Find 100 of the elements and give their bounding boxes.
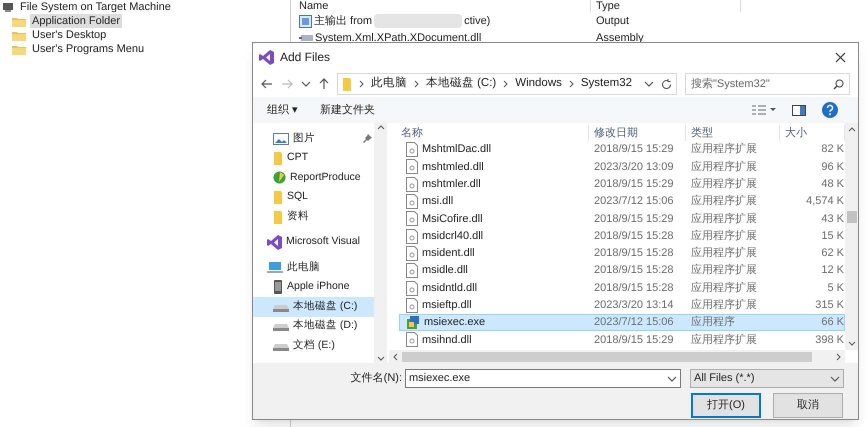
file-row[interactable]: msi.dll 2023/7/12 15:06 应用程序扩展 4,574 K (399, 192, 845, 210)
folder-icon (273, 190, 283, 204)
nav-item[interactable]: Apple iPhone (253, 278, 374, 297)
file-type: 应用程序扩展 (690, 298, 758, 314)
file-name: msidle.dll (422, 263, 468, 278)
scroll-thumb[interactable] (846, 210, 856, 222)
preview-pane-icon[interactable] (792, 104, 806, 116)
scroll-left-icon[interactable] (393, 352, 398, 360)
file-date: 2018/9/15 15:28 (593, 280, 675, 296)
scroll-thumb[interactable] (402, 352, 812, 362)
cancel-button[interactable]: 取消 (773, 393, 843, 418)
column-header[interactable]: 名称 (389, 125, 589, 141)
output-icon (299, 14, 312, 28)
folder-icon (273, 151, 283, 166)
nav-item[interactable]: 文档 (E:) (253, 336, 374, 356)
file-date: 2023/7/12 15:06 (593, 194, 675, 210)
back-arrow-icon[interactable] (261, 79, 273, 89)
open-button[interactable]: 打开(O) (691, 393, 761, 418)
file-row[interactable]: msident.dll 2018/9/15 15:28 应用程序扩展 62 K (399, 244, 845, 262)
recent-chevron-icon (300, 81, 311, 87)
drive-icon (273, 321, 289, 332)
tree-item[interactable]: User's Programs Menu (30, 42, 146, 56)
file-size: 12 K (820, 263, 844, 278)
column-header[interactable]: Name (291, 0, 591, 12)
nav-item[interactable]: 本地磁盘 (C:) (253, 297, 374, 316)
tree-item[interactable]: Application Folder (30, 14, 122, 28)
folder-icon (273, 210, 283, 224)
toolbar-button[interactable]: 新建文件夹 (320, 102, 376, 118)
up-arrow-icon[interactable] (318, 78, 329, 90)
file-row[interactable]: msidle.dll 2018/9/15 15:28 应用程序扩展 12 K (399, 262, 845, 280)
scroll-down-icon[interactable] (376, 356, 384, 361)
folder-icon (12, 16, 26, 26)
file-row[interactable]: msiexec.exe 2023/7/12 15:06 应用程序 66 K (399, 314, 845, 332)
search-input[interactable]: 搜索"System32" (691, 76, 833, 92)
horizontal-scrollbar[interactable] (389, 350, 845, 363)
search-field[interactable]: 搜索"System32" (685, 73, 850, 95)
file-date: 2023/3/20 13:14 (593, 298, 675, 314)
file-type: 应用程序扩展 (690, 262, 758, 278)
breadcrumb-item[interactable]: 此电脑 (370, 75, 407, 93)
file-type: 应用程序扩展 (690, 160, 758, 175)
address-bar[interactable]: 此电脑 本地磁盘 (C:) Windows System32 (336, 73, 677, 95)
file-size: 398 K (814, 332, 844, 348)
nav-item[interactable]: ReportProduce (253, 168, 374, 188)
file-row[interactable]: msidcrl40.dll 2018/9/15 15:28 应用程序扩展 15 K (399, 227, 845, 245)
file-row[interactable]: msihnd.dll 2018/9/15 15:29 应用程序扩展 398 K (399, 331, 845, 349)
visual-studio-icon (259, 50, 274, 64)
folder-icon (342, 77, 352, 91)
file-date: 2018/9/15 15:29 (593, 142, 675, 158)
scroll-up-icon[interactable] (848, 127, 856, 132)
scroll-down-icon[interactable] (848, 341, 856, 346)
scroll-right-icon[interactable] (836, 352, 841, 360)
nav-item[interactable]: 此电脑 (253, 258, 374, 278)
file-date: 2018/9/15 15:29 (593, 332, 675, 348)
scrollbar[interactable] (845, 123, 858, 350)
nav-item[interactable]: CPT (253, 148, 374, 168)
breadcrumb-item[interactable]: System32 (580, 75, 632, 93)
file-icon (406, 246, 418, 261)
file-type: Assembly (595, 30, 644, 46)
nav-item[interactable]: 本地磁盘 (D:) (253, 316, 374, 336)
column-header[interactable]: 类型 (686, 125, 780, 141)
breadcrumb-item[interactable]: Windows (515, 75, 562, 93)
file-row[interactable]: mshtmled.dll 2023/3/20 13:09 应用程序扩展 96 K (399, 158, 845, 176)
file-size: 315 K (814, 298, 844, 314)
scroll-up-icon[interactable] (376, 125, 384, 130)
file-row[interactable]: mshtmler.dll 2018/9/15 15:29 应用程序扩展 48 K (399, 176, 845, 193)
view-options-icon[interactable] (752, 105, 776, 115)
nav-item[interactable]: 资料 (253, 207, 374, 226)
file-type: 应用程序扩展 (690, 176, 758, 192)
scrollbar[interactable] (374, 123, 387, 363)
nav-item[interactable]: SQL (253, 188, 374, 207)
file-name: MshtmlDac.dll (422, 142, 492, 158)
file-row[interactable]: MsiCofire.dll 2018/9/15 15:29 应用程序扩展 43 K (399, 210, 845, 228)
file-name: 主输出 from (314, 14, 372, 29)
breadcrumb-item[interactable]: 本地磁盘 (C:) (426, 75, 496, 93)
file-size: 5 K (826, 280, 844, 296)
file-type: 应用程序扩展 (690, 246, 758, 262)
column-header[interactable]: Type (591, 0, 741, 12)
assembly-icon (299, 34, 313, 42)
tree-item[interactable]: User's Desktop (30, 28, 108, 42)
refresh-icon[interactable] (661, 78, 672, 90)
chevron-down-icon (830, 376, 840, 382)
help-icon[interactable] (822, 102, 838, 118)
filename-field[interactable]: msiexec.exe (405, 369, 681, 388)
file-row[interactable]: msidntld.dll 2018/9/15 15:28 应用程序扩展 5 K (399, 279, 845, 297)
tree-item[interactable]: File System on Target Machine (18, 0, 173, 14)
column-header[interactable]: 修改日期 (589, 125, 686, 141)
file-row[interactable]: msieftp.dll 2023/3/20 13:14 应用程序扩展 315 K (399, 296, 845, 314)
file-type-dropdown[interactable]: All Files (*.*) (690, 369, 844, 388)
nav-item[interactable]: Microsoft Visual (253, 232, 374, 252)
file-name: msieftp.dll (422, 298, 472, 314)
chevron-down-icon (644, 81, 654, 87)
file-name: msiexec.exe (424, 315, 486, 330)
file-row[interactable]: MshtmlDac.dll 2018/9/15 15:29 应用程序扩展 82 K (399, 141, 845, 158)
folder-icon (12, 30, 26, 40)
file-type: 应用程序扩展 (690, 142, 758, 158)
chevron-right-icon (414, 80, 419, 88)
file-date: 2018/9/15 15:28 (593, 263, 675, 278)
close-icon[interactable] (835, 52, 846, 62)
toolbar-button[interactable]: 组织 ▾ (267, 102, 298, 118)
nav-item[interactable]: 图片 (253, 129, 374, 148)
